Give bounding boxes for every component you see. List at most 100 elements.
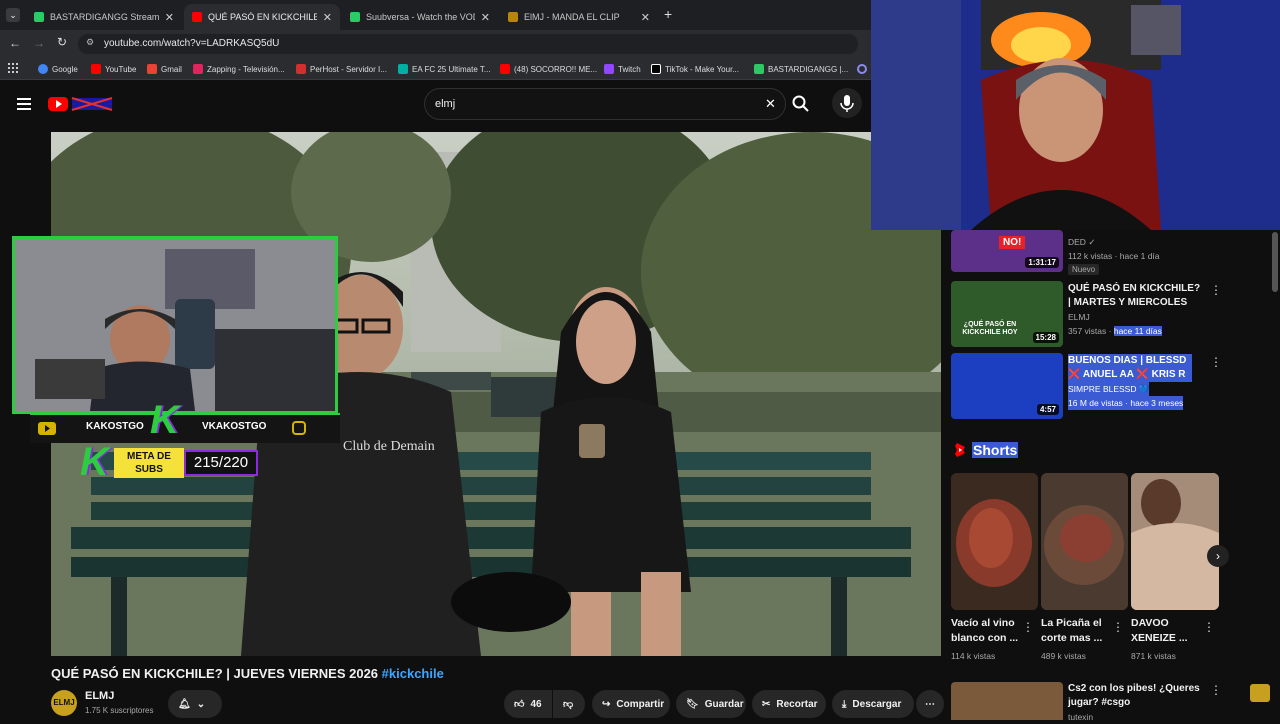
bookmark-label: BASTARDIGANGG |... bbox=[768, 64, 849, 74]
recommended-item-1-channel[interactable]: ELMJ bbox=[1068, 310, 1090, 324]
clip-button[interactable]: ✂ Recortar bbox=[752, 690, 826, 718]
bottom-item-channel[interactable]: tutexin bbox=[1068, 710, 1093, 724]
apps-grid-icon[interactable] bbox=[8, 63, 18, 73]
bookmark-google[interactable]: Google bbox=[38, 58, 78, 80]
recommended-item-2-meta: 16 M de vistas · hace 3 meses bbox=[1068, 396, 1184, 410]
sidebar-scrollbar[interactable] bbox=[1272, 232, 1278, 292]
item-2-more-icon[interactable]: ⋮ bbox=[1210, 355, 1222, 369]
partial-item-channel[interactable]: DED ✓ bbox=[1068, 235, 1095, 249]
bookmark-label: (48) SOCORRO!! ME... bbox=[514, 64, 598, 74]
views: 357 vistas bbox=[1068, 326, 1107, 336]
short-2-title[interactable]: La Picaña el corte mas ... bbox=[1041, 616, 1113, 646]
short-1-title[interactable]: Vacío al vino blanco con ... bbox=[951, 616, 1021, 646]
bookmark-zapping[interactable]: Zapping - Televisión... bbox=[193, 58, 285, 80]
download-icon: ⤓ bbox=[842, 698, 847, 710]
channel-name[interactable]: ELMJ bbox=[85, 690, 114, 702]
recommended-item-2-channel[interactable]: SIMPRE BLESSD 💙 bbox=[1068, 382, 1150, 396]
save-label: Guardar bbox=[704, 698, 744, 710]
streamer-cam-image bbox=[15, 239, 335, 411]
extension-icon[interactable] bbox=[857, 64, 867, 74]
address-bar[interactable]: ⚙ youtube.com/watch?v=LADRKASQ5dU bbox=[78, 34, 858, 54]
reload-icon[interactable]: ↻ bbox=[57, 35, 67, 49]
video-hashtag[interactable]: #kickchile bbox=[382, 666, 444, 681]
close-tab-icon[interactable]: ✕ bbox=[481, 11, 490, 24]
short-1-more-icon[interactable]: ⋮ bbox=[1022, 620, 1034, 634]
search-input[interactable]: elmj bbox=[435, 98, 455, 110]
bookmarks-bar: Google YouTube Gmail Zapping - Televisió… bbox=[0, 58, 872, 80]
dislike-button[interactable]: 👎︎ bbox=[553, 690, 585, 718]
age: hace 3 meses bbox=[1130, 398, 1184, 408]
new-tab-icon[interactable]: + bbox=[664, 6, 672, 22]
bookmark-socorro[interactable]: (48) SOCORRO!! ME... bbox=[500, 58, 597, 80]
bookmark-label: EA FC 25 Ultimate T... bbox=[412, 64, 491, 74]
bookmark-tiktok[interactable]: TikTok - Make Your... bbox=[651, 58, 739, 80]
goal-label: META DE SUBS bbox=[114, 448, 184, 478]
back-icon[interactable]: ← bbox=[9, 36, 21, 50]
subs-goal-widget: K META DE SUBS 215/220 bbox=[80, 440, 260, 484]
forward-icon[interactable]: → bbox=[33, 36, 45, 50]
save-button[interactable]: 🔖︎ Guardar bbox=[676, 690, 746, 718]
bottom-item-more-icon[interactable]: ⋮ bbox=[1210, 683, 1222, 697]
partial-item-thumbnail[interactable]: NO! 1:31:17 bbox=[951, 230, 1063, 272]
right-channel-name: VKAKOSTGO bbox=[202, 421, 267, 432]
download-label: Descargar bbox=[852, 698, 902, 710]
bottom-item-title[interactable]: Cs2 con los pibes! ¿Queres jugar? #csgo bbox=[1068, 682, 1202, 710]
partial-item-meta: 112 k vistas · hace 1 día bbox=[1068, 251, 1160, 261]
share-button[interactable]: ↪ Compartir bbox=[592, 690, 670, 718]
channel-avatar[interactable]: ELMJ bbox=[51, 690, 77, 716]
tab-title: Suubversa - Watch the VOD bbox=[366, 12, 475, 22]
short-3-more-icon[interactable]: ⋮ bbox=[1203, 620, 1215, 634]
site-info-icon[interactable]: ⚙ bbox=[86, 37, 94, 48]
shorts-next-button[interactable]: › bbox=[1207, 545, 1229, 567]
tab-list-icon[interactable]: ⌄ bbox=[6, 8, 20, 22]
close-tab-icon[interactable]: ✕ bbox=[165, 11, 174, 24]
recommended-item-2-title[interactable]: BUENOS DIAS | BLESSD ❌ ANUEL AA ❌ KRIS R… bbox=[1068, 354, 1192, 382]
voice-search-button[interactable] bbox=[832, 88, 862, 118]
recommended-item-1-thumbnail[interactable]: ¿QUÉ PASÓ EN KICKCHILE HOY 15:28 bbox=[951, 281, 1063, 347]
short-2-views: 489 k vistas bbox=[1041, 651, 1086, 661]
short-3-title[interactable]: DAVOO XENEIZE ... bbox=[1131, 616, 1203, 646]
tab-elmj-clip[interactable]: ElMJ - MANDA EL CLIP ✕ bbox=[500, 4, 658, 30]
bottom-item-thumbnail[interactable] bbox=[951, 682, 1063, 720]
tab-current-video[interactable]: QUÉ PASÓ EN KICKCHILE? | JUE ✕ bbox=[184, 4, 340, 30]
chevron-down-icon: ⌄ bbox=[196, 698, 206, 710]
bookmark-perhost[interactable]: PerHost - Servidor I... bbox=[296, 58, 387, 80]
recommended-item-1-title[interactable]: QUÉ PASÓ EN KICKCHILE? | MARTES Y MIERCO… bbox=[1068, 282, 1202, 310]
bookmark-youtube[interactable]: YouTube bbox=[91, 58, 136, 80]
notification-bell-button[interactable]: 🔔︎ ⌄ bbox=[168, 690, 222, 718]
bookmark-icon: 🔖︎ bbox=[686, 698, 699, 710]
tab-suubversa[interactable]: Suubversa - Watch the VOD ✕ bbox=[342, 4, 498, 30]
short-3-thumbnail[interactable] bbox=[1131, 473, 1219, 610]
close-tab-icon[interactable]: ✕ bbox=[323, 11, 332, 24]
youtube-favicon-icon bbox=[192, 12, 202, 22]
browser-tab-strip: ⌄ BASTARDIGANGG Stream - Wa ✕ QUÉ PASÓ E… bbox=[0, 0, 872, 30]
clear-search-icon[interactable]: ✕ bbox=[765, 96, 776, 112]
short-1-thumbnail[interactable] bbox=[951, 473, 1038, 610]
search-icon[interactable] bbox=[792, 95, 810, 113]
like-count: 46 bbox=[530, 698, 542, 710]
scissors-icon: ✂ bbox=[762, 698, 771, 710]
bookmark-bastardigangg[interactable]: BASTARDIGANGG |... bbox=[754, 58, 848, 80]
menu-icon[interactable] bbox=[17, 98, 31, 110]
download-button[interactable]: ⤓ Descargar bbox=[832, 690, 914, 718]
item-1-more-icon[interactable]: ⋮ bbox=[1210, 283, 1222, 297]
recommended-item-2-thumbnail[interactable]: 4:57 bbox=[951, 353, 1063, 419]
short-1-views: 114 k vistas bbox=[951, 651, 996, 661]
bookmark-twitch[interactable]: Twitch bbox=[604, 58, 641, 80]
tab-title: QUÉ PASÓ EN KICKCHILE? | JUE bbox=[208, 12, 317, 22]
bookmark-eafc[interactable]: EA FC 25 Ultimate T... bbox=[398, 58, 491, 80]
like-button[interactable]: 👍︎ 46 bbox=[504, 690, 552, 718]
bookmark-gmail[interactable]: Gmail bbox=[147, 58, 182, 80]
short-2-thumbnail[interactable] bbox=[1041, 473, 1128, 610]
close-tab-icon[interactable]: ✕ bbox=[641, 11, 650, 24]
youtube-logo[interactable] bbox=[48, 95, 114, 113]
kick-favicon-icon bbox=[350, 12, 360, 22]
recommended-item-1-meta: 357 vistas · hace 11 días bbox=[1068, 326, 1162, 336]
more-actions-button[interactable]: ⋯ bbox=[916, 690, 944, 718]
search-box[interactable]: elmj ✕ bbox=[424, 88, 786, 120]
tab-bastardigangg[interactable]: BASTARDIGANGG Stream - Wa ✕ bbox=[26, 4, 182, 30]
short-2-more-icon[interactable]: ⋮ bbox=[1112, 620, 1124, 634]
youtube-small-icon bbox=[38, 422, 56, 435]
google-icon bbox=[38, 64, 48, 74]
instagram-icon bbox=[292, 421, 306, 435]
